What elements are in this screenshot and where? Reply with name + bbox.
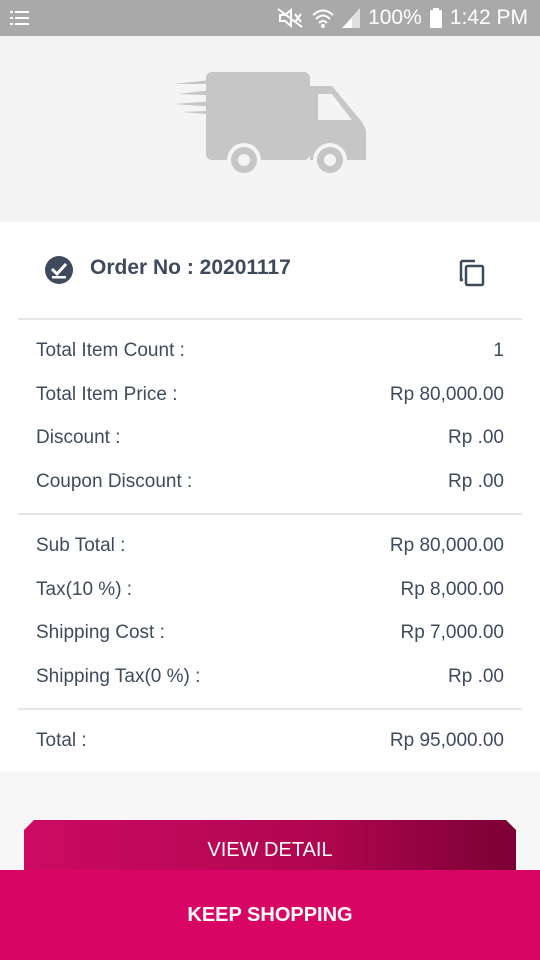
total-value: Rp 95,000.00 (389, 730, 504, 751)
mute-icon (276, 7, 304, 29)
order-number: Order No : 20201117 (90, 256, 291, 279)
row-value: Rp .00 (448, 666, 504, 687)
check-circle-icon (44, 255, 74, 290)
row-label: Total Item Count : (36, 340, 185, 361)
wifi-icon (312, 7, 334, 29)
row-label: Shipping Cost : (36, 622, 165, 643)
row-value: Rp .00 (448, 427, 504, 448)
divider (18, 318, 522, 320)
summary-row: Total Item Count : 1 (36, 340, 504, 362)
total-label: Total : (36, 730, 87, 751)
row-value: Rp 8,000.00 (400, 579, 504, 600)
signal-icon (342, 8, 361, 28)
row-label: Coupon Discount : (36, 471, 193, 492)
battery-level: 100% (368, 6, 422, 29)
summary-row: Shipping Cost : Rp 7,000.00 (36, 622, 504, 644)
row-value: Rp 80,000.00 (389, 535, 504, 556)
summary-row: Coupon Discount : Rp .00 (36, 471, 504, 493)
status-time: 1:42 PM (449, 6, 528, 29)
row-label: Sub Total : (36, 535, 126, 556)
row-value: 1 (493, 340, 504, 361)
order-summary-card: Order No : 20201117 Total Item Count : 1… (0, 222, 540, 772)
row-value: Rp .00 (448, 471, 504, 492)
keep-shopping-button[interactable]: KEEP SHOPPING (0, 870, 540, 960)
divider (18, 708, 522, 710)
summary-row: Shipping Tax(0 %) : Rp .00 (36, 666, 504, 688)
summary-row: Total Item Price : Rp 80,000.00 (36, 384, 504, 406)
row-value: Rp 7,000.00 (400, 622, 504, 643)
row-label: Discount : (36, 427, 121, 448)
total-row: Total : Rp 95,000.00 (36, 730, 504, 752)
hero-banner (0, 36, 540, 222)
row-label: Shipping Tax(0 %) : (36, 666, 201, 687)
order-header: Order No : 20201117 (0, 222, 540, 318)
truck-icon (172, 70, 368, 187)
row-label: Total Item Price : (36, 384, 178, 405)
summary-row: Discount : Rp .00 (36, 427, 504, 449)
summary-row: Sub Total : Rp 80,000.00 (36, 535, 504, 557)
battery-icon (429, 8, 442, 28)
copy-icon[interactable] (458, 255, 488, 292)
row-value: Rp 80,000.00 (389, 384, 504, 405)
row-label: Tax(10 %) : (36, 579, 133, 600)
divider (18, 513, 522, 515)
summary-row: Tax(10 %) : Rp 8,000.00 (36, 579, 504, 601)
menu-icon (10, 8, 30, 34)
status-bar: 100% 1:42 PM (0, 0, 540, 36)
